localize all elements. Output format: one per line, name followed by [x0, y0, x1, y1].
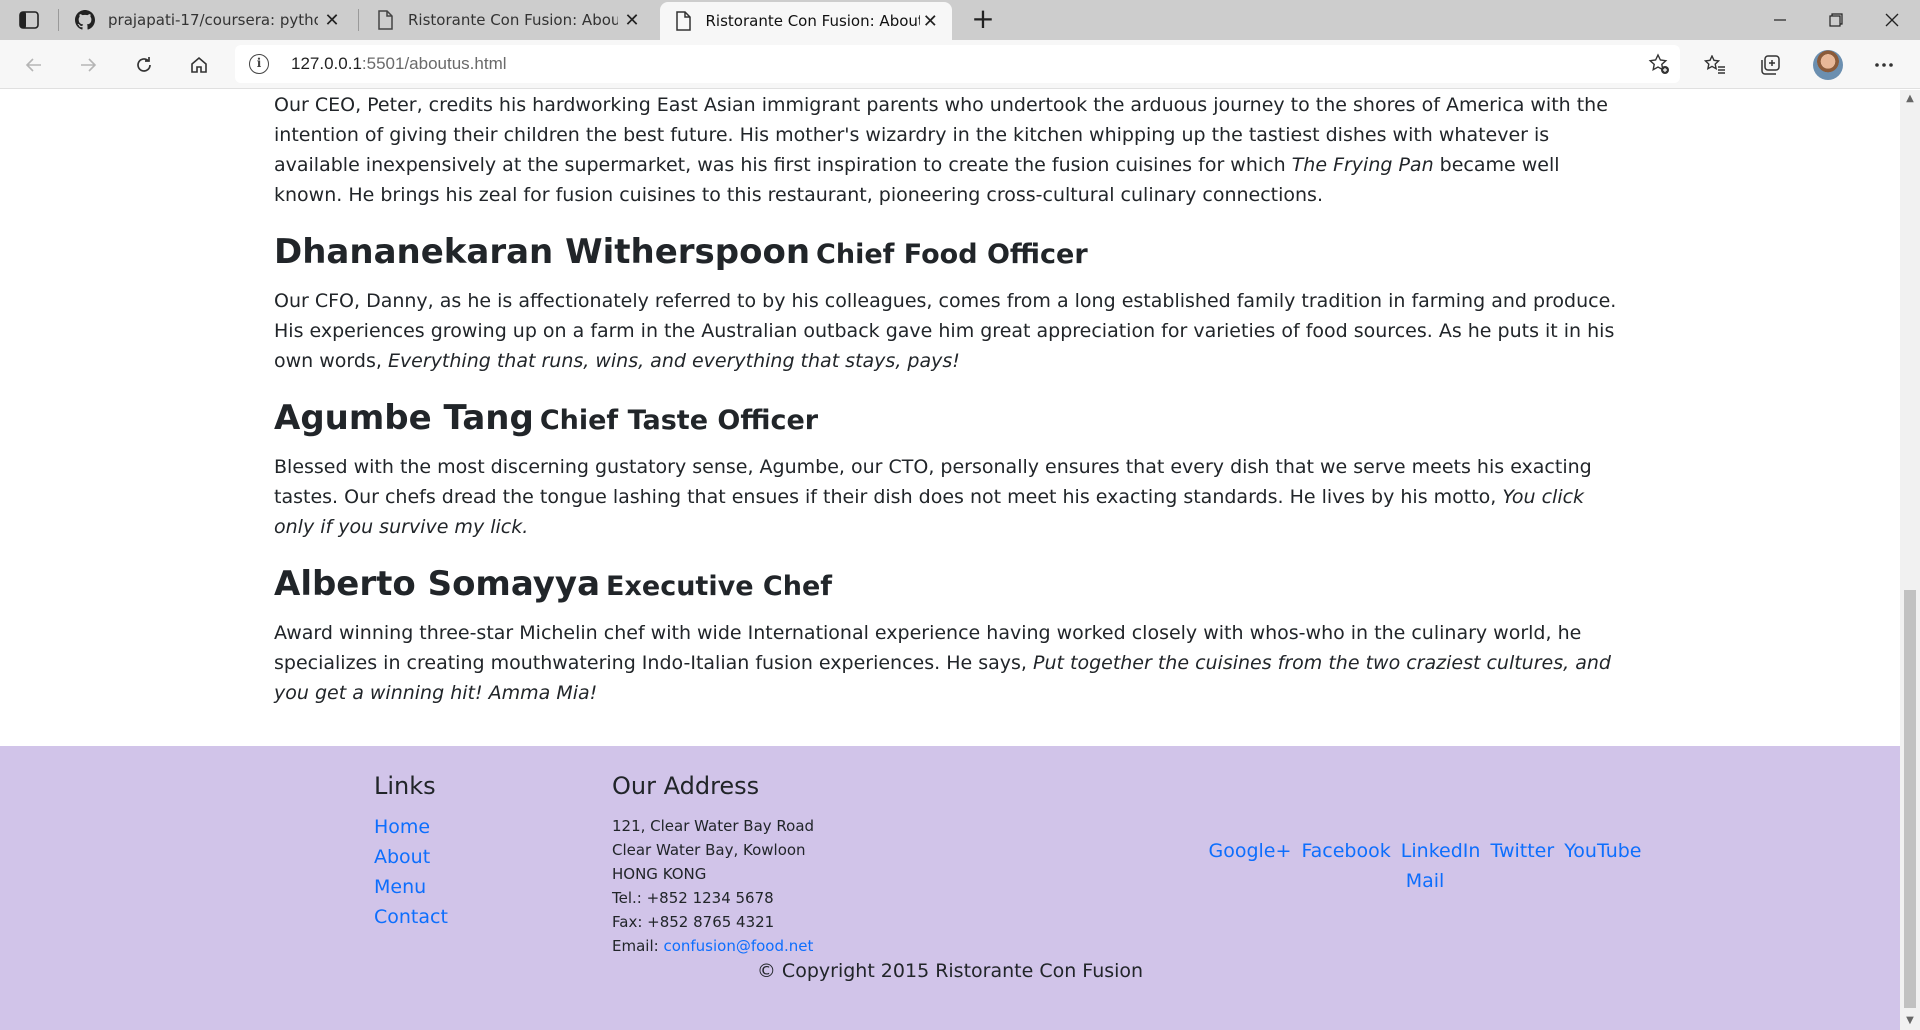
social-links: Google+ Facebook LinkedIn Twitter YouTub…	[1180, 836, 1670, 896]
tab-title: Ristorante Con Fusion: About Us	[705, 12, 921, 30]
person-role: Chief Food Officer	[816, 239, 1088, 270]
person-description: Blessed with the most discerning gustato…	[274, 452, 1628, 542]
footer-link-about[interactable]: About	[374, 846, 430, 868]
links-heading: Links	[374, 772, 436, 800]
footer-link-home[interactable]: Home	[374, 816, 430, 838]
address-line: Clear Water Bay, Kowloon	[612, 841, 806, 859]
tab-about-us-1[interactable]: Ristorante Con Fusion: About Us ✕	[362, 0, 654, 40]
fax-line: Fax: +852 8765 4321	[612, 913, 775, 931]
address-bar[interactable]: i 127.0.0.1:5501/aboutus.html	[235, 45, 1680, 83]
person-name: Dhananekaran Witherspoon	[274, 232, 811, 272]
close-icon[interactable]: ✕	[622, 10, 642, 31]
page-icon	[374, 10, 396, 30]
ceo-description: Our CEO, Peter, credits his hardworking …	[274, 90, 1628, 210]
home-icon[interactable]	[181, 47, 217, 83]
restaurant-name-emphasis: The Frying Pan	[1291, 154, 1434, 176]
footer-link-contact[interactable]: Contact	[374, 906, 448, 928]
person-heading: Dhananekaran Witherspoon Chief Food Offic…	[274, 230, 1628, 280]
social-link-google-plus[interactable]: Google+	[1209, 840, 1292, 862]
tab-title: prajapati-17/coursera: python pr	[108, 11, 318, 29]
tab-github[interactable]: prajapati-17/coursera: python pr ✕	[62, 0, 354, 40]
close-icon[interactable]: ✕	[322, 10, 342, 31]
browser-tab-bar: prajapati-17/coursera: python pr ✕ Risto…	[0, 0, 1920, 40]
close-window-icon[interactable]	[1864, 0, 1920, 40]
scroll-up-icon[interactable]: ▲	[1900, 90, 1920, 108]
github-icon	[74, 10, 96, 30]
new-tab-button[interactable]: +	[966, 4, 1000, 36]
about-content: Our CEO, Peter, credits his hardworking …	[274, 90, 1628, 708]
tab-separator	[58, 9, 59, 31]
person-text: Blessed with the most discerning gustato…	[274, 456, 1592, 508]
page-icon	[672, 11, 694, 31]
copyright-text: © Copyright 2015 Ristorante Con Fusion	[756, 960, 1144, 982]
page-viewport: Our CEO, Peter, credits his hardworking …	[0, 90, 1900, 1030]
site-footer: Links Home About Menu Contact Our Addres…	[0, 746, 1900, 1030]
tab-about-us-active[interactable]: Ristorante Con Fusion: About Us ✕	[660, 2, 952, 40]
address-line: 121, Clear Water Bay Road	[612, 817, 815, 835]
more-options-icon[interactable]	[1866, 47, 1902, 83]
restore-icon[interactable]	[1808, 0, 1864, 40]
page-scrollbar[interactable]: ▲ ▼	[1900, 90, 1920, 1030]
tab-separator	[358, 9, 359, 31]
person-heading: Agumbe Tang Chief Taste Officer	[274, 396, 1628, 446]
footer-link-menu[interactable]: Menu	[374, 876, 426, 898]
add-favorite-icon[interactable]	[1646, 51, 1672, 77]
email-label: Email:	[612, 937, 664, 955]
social-link-twitter[interactable]: Twitter	[1490, 840, 1554, 862]
close-icon[interactable]: ✕	[920, 11, 940, 32]
social-link-youtube[interactable]: YouTube	[1564, 840, 1641, 862]
forward-arrow-icon[interactable]	[70, 47, 106, 83]
person-name: Alberto Somayya	[274, 564, 601, 604]
person-name: Agumbe Tang	[274, 398, 534, 438]
phone-line: Tel.: +852 1234 5678	[612, 889, 774, 907]
person-role: Chief Taste Officer	[539, 405, 819, 436]
tab-actions-icon[interactable]	[14, 7, 44, 33]
minimize-icon[interactable]	[1752, 0, 1808, 40]
social-link-linkedin[interactable]: LinkedIn	[1401, 840, 1481, 862]
tab-title: Ristorante Con Fusion: About Us	[408, 11, 618, 29]
person-role: Executive Chef	[606, 571, 832, 602]
scroll-thumb[interactable]	[1904, 590, 1916, 1008]
person-description: Award winning three-star Michelin chef w…	[274, 618, 1628, 708]
browser-toolbar: i 127.0.0.1:5501/aboutus.html	[0, 40, 1920, 89]
collections-icon[interactable]	[1752, 47, 1788, 83]
person-quote: Everything that runs, wins, and everythi…	[387, 350, 960, 372]
favorites-icon[interactable]	[1697, 47, 1733, 83]
info-icon[interactable]: i	[249, 54, 269, 74]
url-text[interactable]: 127.0.0.1:5501/aboutus.html	[291, 54, 507, 74]
url-host: 127.0.0.1	[291, 54, 362, 73]
social-link-facebook[interactable]: Facebook	[1301, 840, 1390, 862]
url-path: :5501/aboutus.html	[361, 54, 507, 73]
address-line: HONG KONG	[612, 865, 707, 883]
person-description: Our CFO, Danny, as he is affectionately …	[274, 286, 1628, 376]
profile-avatar[interactable]	[1813, 50, 1843, 80]
address-heading: Our Address	[612, 772, 760, 800]
scroll-down-icon[interactable]: ▼	[1900, 1012, 1920, 1030]
back-arrow-icon[interactable]	[16, 47, 52, 83]
social-link-mail[interactable]: Mail	[1406, 870, 1445, 892]
person-heading: Alberto Somayya Executive Chef	[274, 562, 1628, 612]
email-line: Email: confusion@food.net	[612, 934, 813, 958]
email-link[interactable]: confusion@food.net	[663, 937, 813, 955]
refresh-icon[interactable]	[126, 47, 162, 83]
